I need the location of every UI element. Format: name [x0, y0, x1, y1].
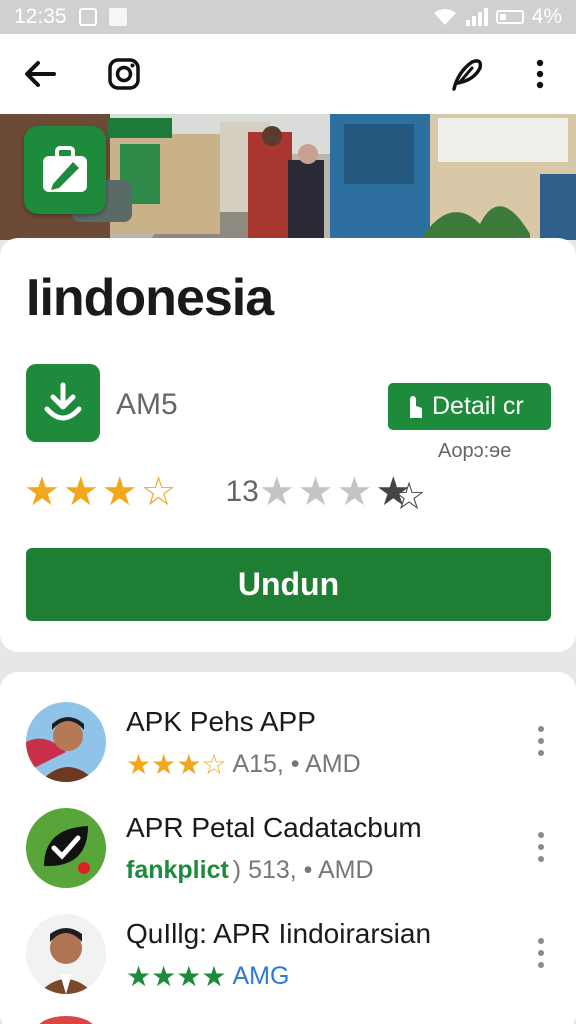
item-more-button[interactable] — [530, 832, 552, 862]
item-more-button[interactable] — [530, 726, 552, 756]
app-bar — [0, 34, 576, 114]
star-full-icon: ★ — [101, 470, 138, 514]
app-badge-icon — [24, 126, 106, 214]
list-item-meta-text: ) 513, • AMD — [232, 856, 374, 884]
star-full-icon: ★ — [151, 748, 177, 780]
star-full-icon: ★ — [126, 960, 152, 992]
install-button[interactable]: Undun — [26, 548, 551, 621]
rating-stars: ★ ★ ★ ★ — [126, 960, 227, 992]
briefcase-pen-icon — [43, 146, 87, 192]
star-outline-icon: ☆ — [140, 470, 177, 514]
star-empty-icon: ★ — [336, 470, 373, 514]
list-item-title: QuIllg: APR Iindoirarsian — [126, 918, 432, 949]
star-full-icon: ★ — [62, 470, 99, 514]
download-icon — [44, 382, 82, 421]
overflow-menu-button[interactable] — [518, 52, 562, 96]
status-time: 12:35 — [14, 5, 67, 28]
app-icon[interactable] — [26, 364, 100, 442]
detail-button-label: Detail cr — [432, 392, 524, 420]
star-full-icon: ★ — [176, 748, 202, 780]
leaf-check-icon — [44, 826, 90, 874]
star-full-icon: ★ — [24, 470, 60, 514]
battery-icon — [495, 10, 524, 24]
list-item-meta: ★ ★ ★ ★ AMG — [126, 962, 289, 991]
wifi-icon — [433, 9, 456, 25]
detail-subtext: Aopɔ:ɘe — [438, 440, 512, 462]
image-icon — [108, 8, 127, 26]
list-item-meta-text: A15, • AMD — [232, 750, 361, 778]
instagram-icon — [108, 58, 140, 90]
star-full-icon: ★ — [176, 960, 202, 992]
star-empty-icon: ★ — [297, 470, 334, 514]
avatar — [26, 808, 106, 888]
notification-icon — [78, 8, 97, 26]
hand-icon — [410, 395, 422, 418]
list-item-meta-text: AMG — [232, 962, 290, 990]
battery-level: 4% — [531, 5, 562, 28]
edit-button[interactable] — [446, 52, 490, 96]
star-full-icon: ★ — [201, 960, 227, 992]
status-bar: 12:35 4% — [0, 0, 576, 34]
list-item-meta: fankplict ) 513, • AMD — [126, 856, 374, 885]
list-item-title: APK Pehs APP — [126, 706, 316, 737]
star-empty-icon: ★ — [258, 470, 295, 514]
back-button[interactable] — [18, 52, 62, 96]
item-more-button[interactable] — [530, 938, 552, 968]
avatar — [26, 702, 106, 782]
list-item[interactable]: APK Pehs APP ★ ★ ★ ☆ A15, • AMD — [0, 702, 576, 802]
star-outline-icon: ☆ — [201, 748, 227, 780]
rating-count: 13 — [225, 475, 259, 508]
list-item[interactable]: APR Petal Cadatacbum fankplict ) 513, • … — [0, 808, 576, 908]
app-title: Iindonesia — [26, 269, 274, 327]
list-item-meta: ★ ★ ★ ☆ A15, • AMD — [126, 750, 361, 779]
app-detail-card: Iindonesia AM5 Detail cr Aopɔ:ɘe ★ ★ ★ ☆… — [0, 238, 576, 652]
favorite-star-icon[interactable]: ☆ — [392, 474, 426, 519]
signal-icon — [465, 8, 488, 26]
developer-name[interactable]: AM5 — [116, 388, 178, 422]
arrow-left-icon — [25, 61, 56, 87]
star-full-icon: ★ — [151, 960, 177, 992]
detail-button[interactable]: Detail cr — [388, 383, 551, 430]
feather-pen-icon — [452, 59, 483, 91]
star-full-icon: ★ — [126, 748, 152, 780]
rating-row: ★ ★ ★ ☆ 13 ★ ★ ★ ★ — [24, 472, 414, 512]
instagram-button[interactable] — [102, 52, 146, 96]
list-item[interactable]: QuIllg: APR Iindoirarsian ★ ★ ★ ★ AMG — [0, 914, 576, 1014]
more-vertical-icon — [536, 59, 544, 89]
avatar — [26, 914, 106, 994]
list-item-tag: fankplict — [126, 856, 229, 884]
related-apps-list: APK Pehs APP ★ ★ ★ ☆ A15, • AMD APR Peta… — [0, 672, 576, 1024]
list-item-title: APR Petal Cadatacbum — [126, 812, 422, 843]
rating-stars: ★ ★ ★ ☆ — [126, 748, 227, 780]
